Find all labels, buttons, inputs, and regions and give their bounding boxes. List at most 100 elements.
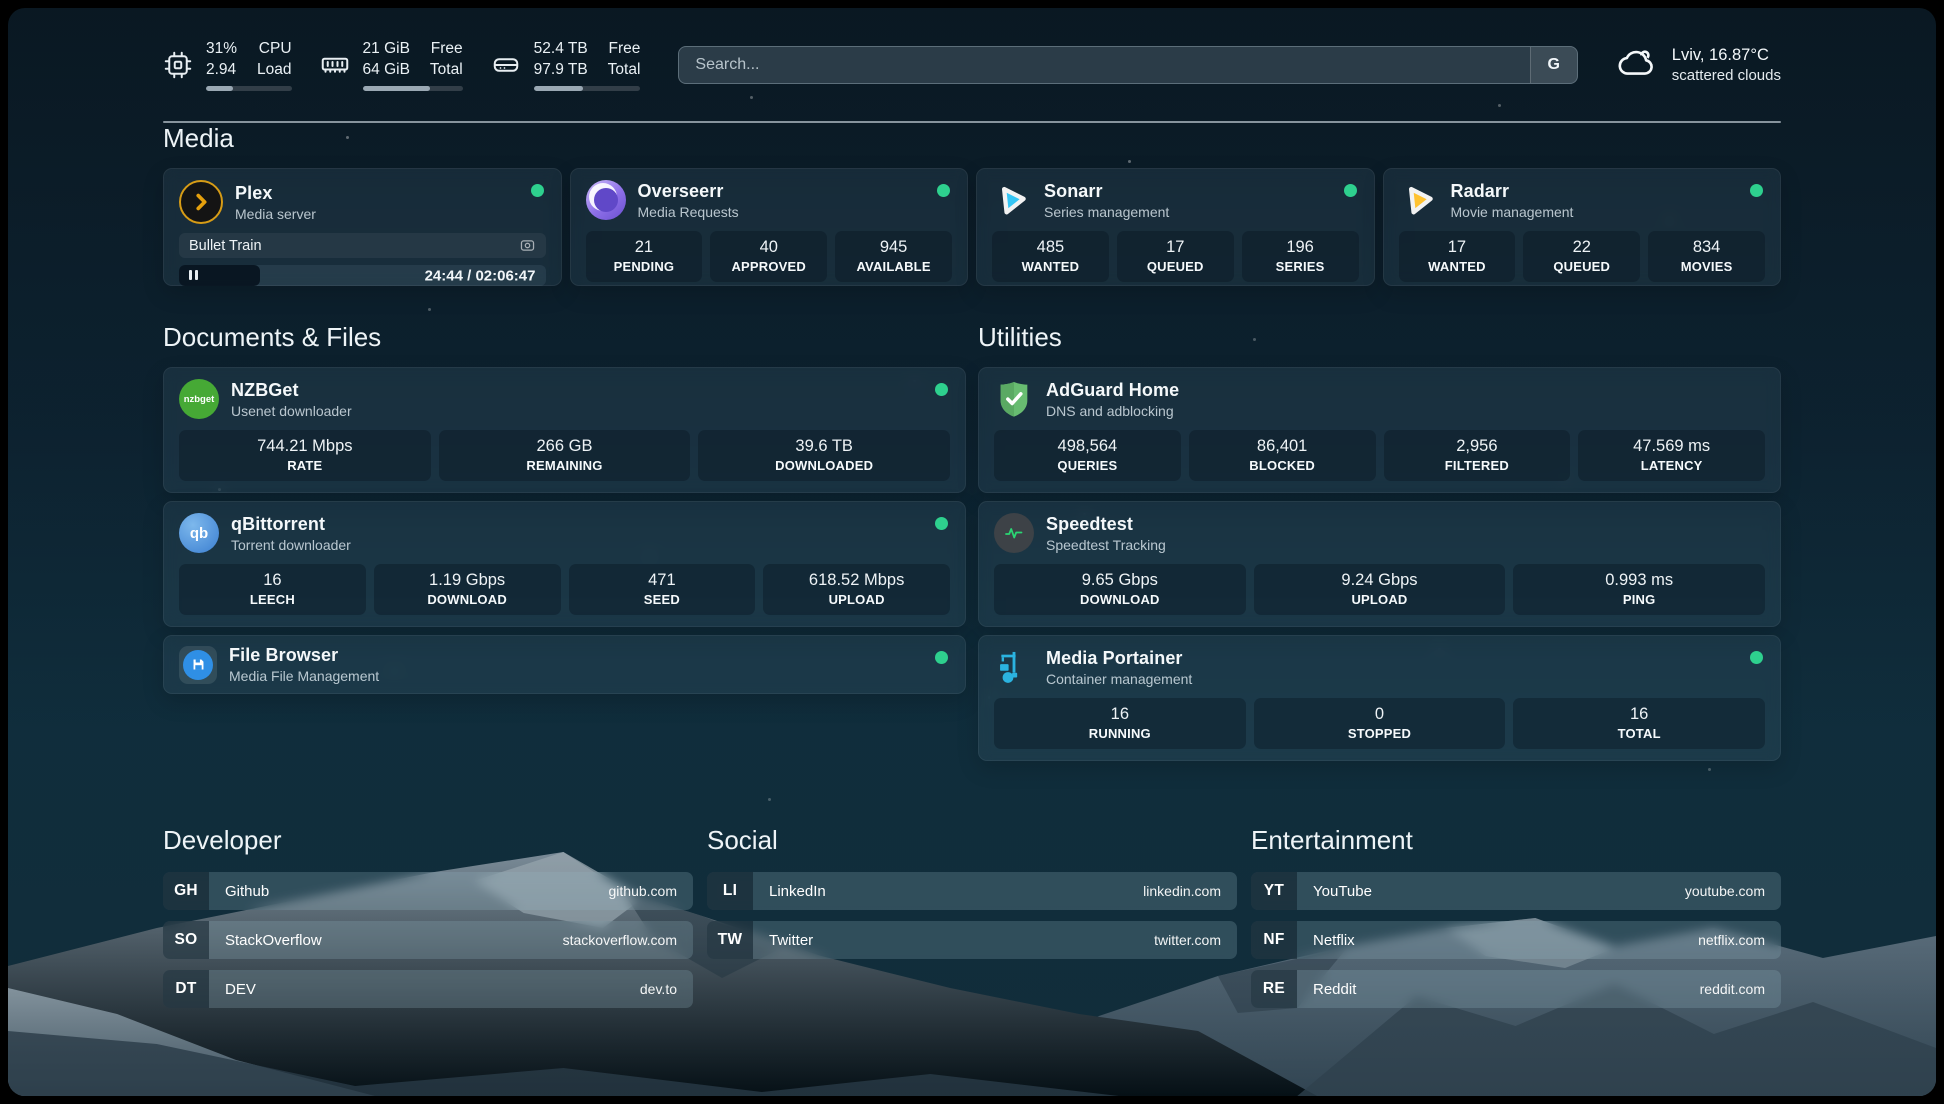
service-name: File Browser: [229, 645, 379, 666]
bookmark-netflix[interactable]: NF Netflix netflix.com: [1251, 921, 1781, 959]
service-desc: Usenet downloader: [231, 403, 352, 419]
bookmark-youtube[interactable]: YT YouTube youtube.com: [1251, 872, 1781, 910]
now-playing-title: Bullet Train: [189, 238, 262, 254]
bookmark-url: stackoverflow.com: [563, 932, 677, 948]
bookmark-name: Netflix: [1313, 932, 1355, 949]
bookmark-twitter[interactable]: TW Twitter twitter.com: [707, 921, 1237, 959]
service-card-qbittorrent[interactable]: qb qBittorrent Torrent downloader 16 LEE…: [163, 501, 966, 627]
status-dot: [935, 651, 948, 664]
cpu-stat: 31% 2.94 CPU Load: [163, 39, 292, 90]
bookmark-url: netflix.com: [1698, 932, 1765, 948]
service-name: Media Portainer: [1046, 648, 1192, 669]
stat-approved: 40 APPROVED: [710, 231, 827, 282]
service-desc: Series management: [1044, 204, 1169, 220]
stat-filtered: 2,956 FILTERED: [1384, 430, 1571, 481]
service-card-sonarr[interactable]: Sonarr Series management 485 WANTED 17 Q…: [976, 168, 1375, 286]
system-stats: 31% 2.94 CPU Load: [163, 39, 640, 90]
playback-progress-bar[interactable]: 24:44 / 02:06:47: [179, 265, 546, 286]
service-card-speedtest[interactable]: Speedtest Speedtest Tracking 9.65 Gbps D…: [978, 501, 1781, 627]
bookmark-stackoverflow[interactable]: SO StackOverflow stackoverflow.com: [163, 921, 693, 959]
service-card-adguard[interactable]: AdGuard Home DNS and adblocking 498,564 …: [978, 367, 1781, 493]
bookmark-url: youtube.com: [1685, 883, 1765, 899]
stat-queued: 22 QUEUED: [1523, 231, 1640, 282]
service-card-portainer[interactable]: Media Portainer Container management 16 …: [978, 635, 1781, 761]
entertainment-links: Entertainment YT YouTube youtube.com NF …: [1251, 825, 1781, 1019]
utilities-column: Utilities AdGuard Home DNS and: [978, 322, 1781, 761]
cloud-icon: [1616, 42, 1658, 89]
video-camera-icon: [519, 237, 536, 254]
service-card-filebrowser[interactable]: File Browser Media File Management: [163, 635, 966, 694]
nzbget-icon: nzbget: [179, 379, 219, 419]
cpu-values: 31% 2.94: [206, 39, 237, 79]
service-name: Speedtest: [1046, 514, 1166, 535]
filebrowser-icon: [179, 646, 217, 684]
service-card-radarr[interactable]: Radarr Movie management 17 WANTED 22 QUE…: [1383, 168, 1782, 286]
search-input[interactable]: [678, 46, 1577, 84]
bookmark-reddit[interactable]: RE Reddit reddit.com: [1251, 970, 1781, 1008]
service-desc: Speedtest Tracking: [1046, 537, 1166, 553]
disk-values: 52.4 TB 97.9 TB: [534, 39, 588, 79]
section-title-utilities: Utilities: [978, 322, 1781, 353]
status-dot: [1344, 184, 1357, 197]
bookmark-prefix: TW: [707, 921, 753, 959]
service-card-nzbget[interactable]: nzbget NZBGet Usenet downloader 744.21 M…: [163, 367, 966, 493]
bookmark-github[interactable]: GH Github github.com: [163, 872, 693, 910]
bookmark-name: YouTube: [1313, 883, 1372, 900]
status-dot: [935, 383, 948, 396]
stat-ping: 0.993 ms PING: [1513, 564, 1765, 615]
service-desc: DNS and adblocking: [1046, 403, 1179, 419]
bookmark-linkedin[interactable]: LI LinkedIn linkedin.com: [707, 872, 1237, 910]
service-desc: Media Requests: [638, 204, 739, 220]
service-desc: Media server: [235, 206, 316, 222]
memory-progress-bar: [363, 86, 463, 91]
weather-widget[interactable]: Lviv, 16.87°C scattered clouds: [1616, 42, 1781, 89]
bookmark-url: github.com: [609, 883, 677, 899]
service-desc: Media File Management: [229, 668, 379, 684]
service-name: Overseerr: [638, 181, 739, 202]
status-dot: [1750, 651, 1763, 664]
bookmark-name: Reddit: [1313, 981, 1356, 998]
service-card-overseerr[interactable]: Overseerr Media Requests 21 PENDING 40 A…: [570, 168, 969, 286]
sonarr-icon: [992, 180, 1032, 220]
developer-links: Developer GH Github github.com SO StackO…: [163, 825, 693, 1019]
stat-download: 1.19 Gbps DOWNLOAD: [374, 564, 561, 615]
plex-now-playing[interactable]: Bullet Train: [179, 233, 546, 258]
bookmark-prefix: GH: [163, 872, 209, 910]
bookmark-prefix: YT: [1251, 872, 1297, 910]
service-name: Plex: [235, 183, 316, 204]
service-name: NZBGet: [231, 380, 352, 401]
pause-icon[interactable]: [189, 267, 201, 285]
stat-running: 16 RUNNING: [994, 698, 1246, 749]
radarr-icon: [1399, 180, 1439, 220]
status-dot: [935, 517, 948, 530]
bookmark-dev[interactable]: DT DEV dev.to: [163, 970, 693, 1008]
stat-latency: 47.569 ms LATENCY: [1578, 430, 1765, 481]
stat-pending: 21 PENDING: [586, 231, 703, 282]
search-bar: G: [678, 46, 1577, 84]
search-provider-button[interactable]: G: [1530, 47, 1577, 83]
bookmark-prefix: DT: [163, 970, 209, 1008]
stat-rate: 744.21 Mbps RATE: [179, 430, 431, 481]
status-dot: [531, 184, 544, 197]
service-card-plex[interactable]: Plex Media server Bullet Train: [163, 168, 562, 286]
status-dot: [1750, 184, 1763, 197]
bookmark-name: LinkedIn: [769, 883, 826, 900]
stat-blocked: 86,401 BLOCKED: [1189, 430, 1376, 481]
stat-seed: 471 SEED: [569, 564, 756, 615]
service-name: Radarr: [1451, 181, 1574, 202]
documents-column: Documents & Files nzbget NZBGet Usenet d…: [163, 322, 966, 694]
memory-labels: Free Total: [430, 39, 463, 79]
disk-stat: 52.4 TB 97.9 TB Free Total: [491, 39, 641, 90]
stat-leech: 16 LEECH: [179, 564, 366, 615]
stat-download: 9.65 Gbps DOWNLOAD: [994, 564, 1246, 615]
stat-wanted: 17 WANTED: [1399, 231, 1516, 282]
playback-elapsed: [179, 265, 260, 286]
service-desc: Torrent downloader: [231, 537, 351, 553]
topbar: 31% 2.94 CPU Load: [163, 36, 1781, 94]
stat-queued: 17 QUEUED: [1117, 231, 1234, 282]
bookmark-prefix: LI: [707, 872, 753, 910]
bookmark-name: Twitter: [769, 932, 813, 949]
cpu-icon: [163, 50, 193, 80]
stat-queries: 498,564 QUERIES: [994, 430, 1181, 481]
section-title-media: Media: [163, 123, 1781, 154]
